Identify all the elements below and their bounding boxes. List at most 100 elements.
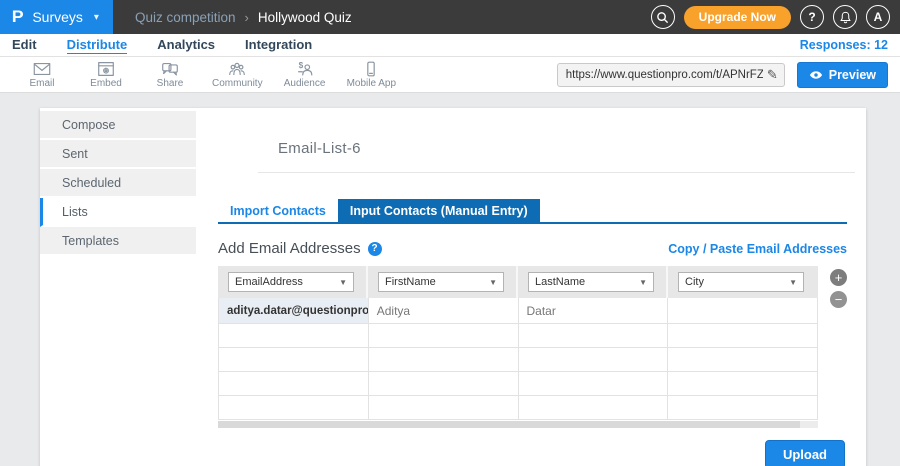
- sidebar-item-scheduled[interactable]: Scheduled: [40, 169, 196, 198]
- tool-label: Share: [157, 78, 184, 89]
- upload-button[interactable]: Upload: [765, 440, 845, 466]
- cell-lastname[interactable]: [519, 324, 669, 348]
- eye-icon: [809, 70, 823, 80]
- cell-city[interactable]: [668, 348, 818, 372]
- tool-mobile-app[interactable]: Mobile App: [347, 60, 396, 89]
- breadcrumb-parent[interactable]: Quiz competition: [135, 10, 236, 25]
- cell-city[interactable]: [668, 372, 818, 396]
- chevron-down-icon: ▼: [789, 278, 797, 287]
- section-title: Add Email Addresses: [218, 240, 361, 257]
- header-cell: LastName ▼: [518, 266, 668, 298]
- table-row: [219, 324, 818, 348]
- cell-lastname[interactable]: Datar: [519, 298, 669, 324]
- remove-row-button[interactable]: −: [830, 291, 847, 308]
- cell-city[interactable]: [668, 298, 818, 324]
- horizontal-scrollbar[interactable]: [218, 421, 818, 428]
- tool-audience[interactable]: $ Audience: [283, 60, 327, 89]
- upgrade-now-button[interactable]: Upgrade Now: [684, 6, 791, 29]
- tool-community[interactable]: Community: [212, 60, 263, 89]
- cell-lastname[interactable]: [519, 396, 669, 420]
- cell-firstname[interactable]: Aditya: [369, 298, 519, 324]
- survey-url-value[interactable]: https://www.questionpro.com/t/APNrFZ: [566, 69, 763, 81]
- tool-label: Audience: [284, 78, 326, 89]
- tool-share[interactable]: Share: [148, 60, 192, 89]
- tab-input-contacts-manual[interactable]: Input Contacts (Manual Entry): [338, 199, 540, 222]
- nav-item-edit[interactable]: Edit: [12, 37, 37, 53]
- cell-city[interactable]: [668, 396, 818, 420]
- cell-firstname[interactable]: [369, 348, 519, 372]
- email-panel: Compose Sent Scheduled Lists Templates E…: [40, 108, 866, 466]
- column-select-email[interactable]: EmailAddress ▼: [228, 272, 354, 292]
- cell-firstname[interactable]: [369, 372, 519, 396]
- tool-email[interactable]: Email: [20, 60, 64, 89]
- community-icon: [227, 60, 247, 78]
- breadcrumb-current: Hollywood Quiz: [258, 10, 352, 25]
- nav-item-integration[interactable]: Integration: [245, 37, 312, 53]
- svg-text:$: $: [298, 61, 303, 70]
- bell-icon: [839, 11, 852, 24]
- cell-firstname[interactable]: [369, 396, 519, 420]
- audience-icon: $: [295, 60, 315, 78]
- copy-paste-link[interactable]: Copy / Paste Email Addresses: [668, 242, 847, 256]
- sidebar-item-lists[interactable]: Lists: [40, 198, 196, 227]
- tool-label: Community: [212, 78, 263, 89]
- tool-label: Email: [29, 78, 54, 89]
- help-tooltip-icon[interactable]: ?: [368, 242, 382, 256]
- email-sidebar: Compose Sent Scheduled Lists Templates: [40, 108, 196, 466]
- contacts-table: EmailAddress ▼ FirstName ▼: [218, 266, 818, 428]
- survey-url-field[interactable]: https://www.questionpro.com/t/APNrFZ ✎: [557, 63, 785, 87]
- tool-label: Mobile App: [347, 78, 396, 89]
- column-select-lastname[interactable]: LastName ▼: [528, 272, 654, 292]
- cell-city[interactable]: [668, 324, 818, 348]
- product-switcher[interactable]: P Surveys ▾: [0, 0, 113, 34]
- list-content: Email-List-6 Import Contacts Input Conta…: [196, 108, 875, 466]
- help-button[interactable]: ?: [800, 5, 824, 29]
- cell-email[interactable]: [219, 372, 369, 396]
- scrollbar-thumb[interactable]: [218, 421, 800, 428]
- cell-email[interactable]: [219, 396, 369, 420]
- sidebar-item-templates[interactable]: Templates: [40, 227, 196, 256]
- title-divider: [258, 172, 855, 173]
- column-select-firstname[interactable]: FirstName ▼: [378, 272, 504, 292]
- search-icon: [656, 11, 669, 24]
- notifications-button[interactable]: [833, 5, 857, 29]
- chevron-down-icon: ▼: [339, 278, 347, 287]
- header-cell: FirstName ▼: [368, 266, 518, 298]
- cell-lastname[interactable]: [519, 348, 669, 372]
- cell-email[interactable]: aditya.datar@questionpro.com: [219, 298, 369, 324]
- table-row: [219, 396, 818, 420]
- cell-email[interactable]: [219, 324, 369, 348]
- avatar[interactable]: A: [866, 5, 890, 29]
- page-title: Email-List-6: [278, 140, 855, 157]
- cell-email[interactable]: [219, 348, 369, 372]
- sidebar-item-sent[interactable]: Sent: [40, 140, 196, 169]
- tab-import-contacts[interactable]: Import Contacts: [218, 199, 338, 222]
- add-row-button[interactable]: +: [830, 269, 847, 286]
- contacts-tabs: Import Contacts Input Contacts (Manual E…: [218, 199, 847, 224]
- nav-item-analytics[interactable]: Analytics: [157, 37, 215, 53]
- edit-url-icon[interactable]: ✎: [767, 67, 778, 83]
- row-controls: + −: [830, 266, 847, 428]
- column-select-city[interactable]: City ▼: [678, 272, 804, 292]
- contacts-table-body: aditya.datar@questionpro.com Aditya Data…: [218, 298, 818, 420]
- preview-button[interactable]: Preview: [797, 62, 888, 88]
- cell-firstname[interactable]: [369, 324, 519, 348]
- sidebar-item-compose[interactable]: Compose: [40, 111, 196, 140]
- embed-icon: [96, 60, 116, 78]
- cell-lastname[interactable]: [519, 372, 669, 396]
- breadcrumb: Quiz competition › Hollywood Quiz: [135, 10, 352, 25]
- tool-embed[interactable]: Embed: [84, 60, 128, 89]
- tool-label: Embed: [90, 78, 122, 89]
- app-menu-label: Surveys: [32, 9, 83, 25]
- chevron-down-icon: ▼: [489, 278, 497, 287]
- questionpro-logo: P: [12, 7, 24, 27]
- nav-item-distribute[interactable]: Distribute: [67, 37, 128, 54]
- survey-nav: Edit Distribute Analytics Integration Re…: [0, 34, 900, 57]
- top-header: P Surveys ▾ Quiz competition › Hollywood…: [0, 0, 900, 34]
- search-button[interactable]: [651, 5, 675, 29]
- header-cell: City ▼: [668, 266, 818, 298]
- header-actions: Upgrade Now ? A: [651, 5, 900, 29]
- responses-count[interactable]: Responses: 12: [800, 38, 888, 52]
- distribute-toolbar: Email Embed Share: [0, 57, 900, 93]
- channel-tools: Email Embed Share: [20, 60, 396, 89]
